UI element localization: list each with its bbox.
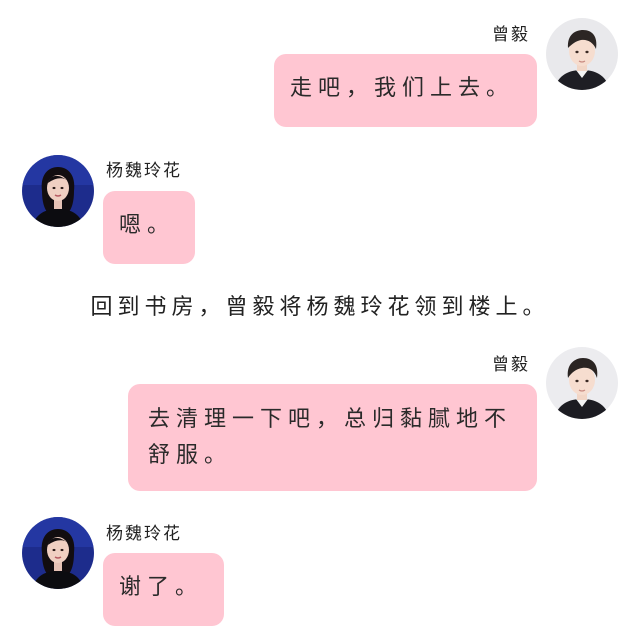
avatar[interactable] [546,347,618,419]
avatar[interactable] [22,517,94,589]
sender-name: 曾毅 [492,355,530,375]
male-portrait-icon [546,347,618,419]
message-bubble: 嗯。 [103,191,195,264]
message-bubble: 谢了。 [103,553,224,626]
avatar[interactable] [546,18,618,90]
sender-name: 杨魏玲花 [106,524,182,544]
sender-name: 杨魏玲花 [106,161,182,181]
chat-screen: 曾毅 走吧，我们上去。 杨魏玲花 嗯。 回到书房，曾毅将杨魏玲花领到楼上。 曾毅… [0,0,640,640]
female-portrait-icon [22,517,94,589]
message-text: 走吧，我们上去。 [290,76,515,101]
message-text: 去清理一下吧，总归黏腻地不舒服。 [148,407,513,468]
sender-name: 曾毅 [492,25,530,45]
message-bubble: 走吧，我们上去。 [274,54,537,127]
male-portrait-icon [546,18,618,90]
avatar[interactable] [22,155,94,227]
message-bubble: 去清理一下吧，总归黏腻地不舒服。 [128,384,537,491]
message-text: 谢了。 [119,575,204,600]
message-text: 嗯。 [119,213,176,238]
female-portrait-icon [22,155,94,227]
narration-text: 回到书房，曾毅将杨魏玲花领到楼上。 [90,295,550,320]
